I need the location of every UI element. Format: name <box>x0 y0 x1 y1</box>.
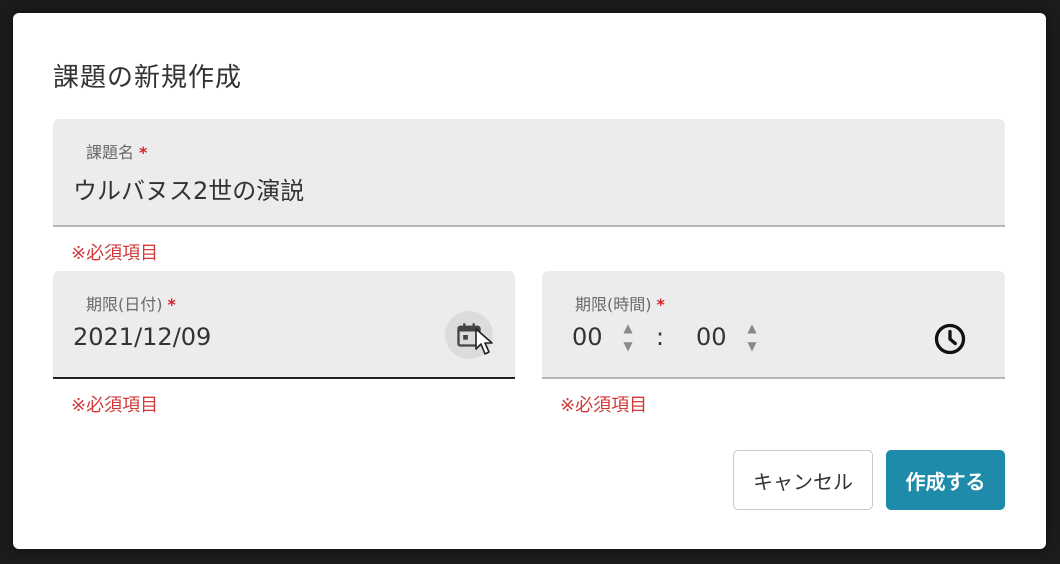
due-date-field[interactable]: 期限(日付) * 2021/12/09 <box>53 271 515 379</box>
hour-input[interactable]: 00 <box>572 323 603 351</box>
hour-stepper[interactable]: ▲ ▼ <box>620 319 636 355</box>
minute-up-icon[interactable]: ▲ <box>744 319 760 337</box>
clock-icon[interactable] <box>932 321 968 357</box>
mouse-cursor-icon <box>475 328 493 355</box>
task-title-input[interactable]: ウルバヌス2世の演説 <box>73 171 304 206</box>
create-button[interactable]: 作成する <box>886 450 1005 510</box>
task-title-error: ※必須項目 <box>71 243 159 264</box>
minute-stepper[interactable]: ▲ ▼ <box>744 319 760 355</box>
task-title-field[interactable]: 課題名 * ウルバヌス2世の演説 <box>53 119 1005 227</box>
due-time-error: ※必須項目 <box>560 395 648 416</box>
minute-down-icon[interactable]: ▼ <box>744 337 760 355</box>
due-date-error: ※必須項目 <box>71 395 159 416</box>
hour-up-icon[interactable]: ▲ <box>620 319 636 337</box>
due-time-field[interactable]: 期限(時間) * 00 ▲ ▼ : 00 ▲ ▼ <box>542 271 1005 379</box>
task-title-label: 課題名 * <box>86 143 148 162</box>
due-date-label: 期限(日付) * <box>86 295 176 314</box>
required-mark: * <box>656 295 665 314</box>
due-time-label: 期限(時間) * <box>575 295 665 314</box>
dialog-title: 課題の新規作成 <box>53 63 243 93</box>
hour-down-icon[interactable]: ▼ <box>620 337 636 355</box>
required-mark: * <box>139 143 148 162</box>
due-date-input[interactable]: 2021/12/09 <box>73 323 211 351</box>
create-task-dialog: 課題の新規作成 課題名 * ウルバヌス2世の演説 ※必須項目 期限(日付) * 20… <box>13 13 1046 549</box>
cancel-button[interactable]: キャンセル <box>733 450 873 510</box>
required-mark: * <box>167 295 176 314</box>
minute-input[interactable]: 00 <box>696 323 727 351</box>
time-separator: : <box>656 323 665 351</box>
